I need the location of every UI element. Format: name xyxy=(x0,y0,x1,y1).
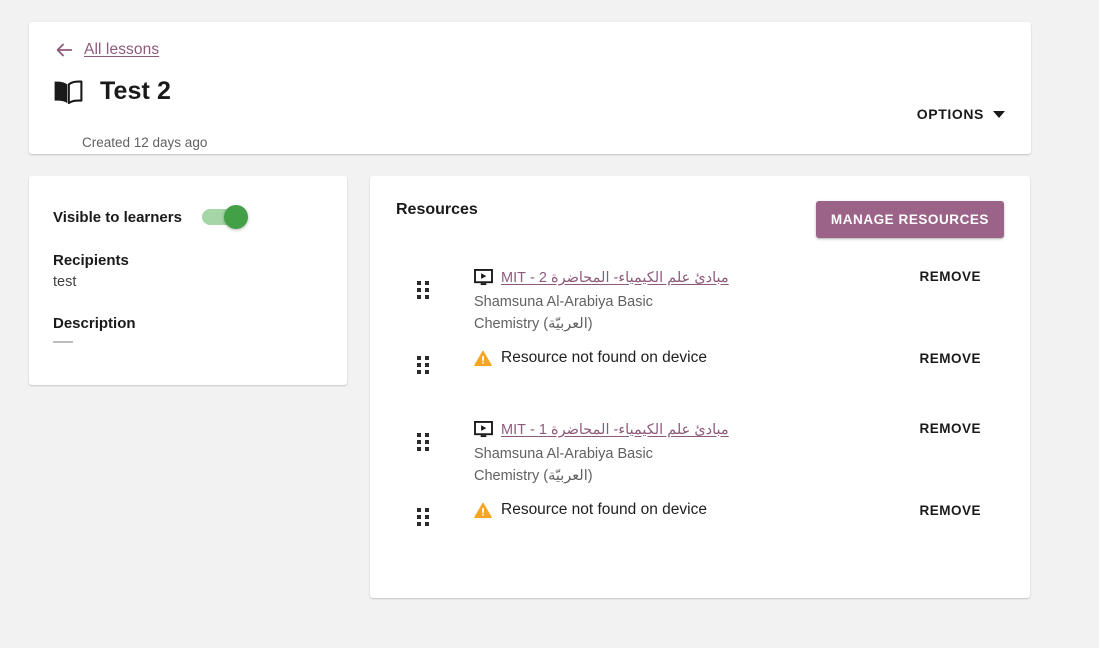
resource-missing-line: Resource not found on device xyxy=(474,501,919,519)
open-book-icon xyxy=(54,80,83,104)
resource-missing-line: Resource not found on device xyxy=(474,349,919,367)
resource-content: مبادئ علم الكيمياء- المحاضرة 1 - MIT Sha… xyxy=(474,396,919,487)
video-icon xyxy=(474,421,493,438)
resource-title-line: مبادئ علم الكيمياء- المحاضرة 1 - MIT xyxy=(474,421,919,438)
resources-card: Resources MANAGE RESOURCES مبادئ علم الك… xyxy=(370,176,1030,598)
resource-missing-text: Resource not found on device xyxy=(501,349,707,367)
recipients-field: Recipients test xyxy=(53,252,323,290)
drag-handle-icon[interactable] xyxy=(415,278,439,302)
lesson-info-card: Visible to learners Recipients test Desc… xyxy=(29,176,347,385)
resources-header: Resources MANAGE RESOURCES xyxy=(370,176,1030,244)
back-to-all-lessons[interactable]: All lessons xyxy=(53,39,159,61)
remove-resource-button[interactable]: REMOVE xyxy=(919,351,981,366)
resource-title-link[interactable]: مبادئ علم الكيمياء- المحاضرة 1 - MIT xyxy=(501,422,729,438)
resource-content: Resource not found on device xyxy=(474,487,919,519)
resource-subtitle: Shamsuna Al-Arabiya Basic Chemistry (الع… xyxy=(474,446,653,485)
resource-title-line: مبادئ علم الكيمياء- المحاضرة 2 - MIT xyxy=(474,269,919,286)
resource-list-item: مبادئ علم الكيمياء- المحاضرة 1 - MIT Sha… xyxy=(370,396,1030,487)
description-field: Description xyxy=(53,315,323,343)
warning-triangle-icon xyxy=(474,350,492,366)
app-page: All lessons Test 2 Created 12 days ago O… xyxy=(0,0,1099,648)
warning-triangle-icon xyxy=(474,502,492,518)
resource-missing-text: Resource not found on device xyxy=(501,501,707,519)
video-icon xyxy=(474,269,493,286)
options-button-label: OPTIONS xyxy=(916,106,984,122)
resource-list-item: مبادئ علم الكيمياء- المحاضرة 2 - MIT Sha… xyxy=(370,244,1030,335)
resource-content: Resource not found on device xyxy=(474,335,919,367)
remove-resource-button[interactable]: REMOVE xyxy=(919,503,981,518)
visible-to-learners-row: Visible to learners xyxy=(53,205,323,229)
visible-to-learners-label: Visible to learners xyxy=(53,208,182,226)
remove-resource-button[interactable]: REMOVE xyxy=(919,421,981,436)
page-title: Test 2 xyxy=(100,77,171,105)
resource-list-item: Resource not found on device REMOVE xyxy=(370,335,1030,396)
description-label: Description xyxy=(53,315,136,332)
chevron-down-icon xyxy=(993,110,1005,118)
toggle-thumb xyxy=(223,205,248,229)
drag-handle-icon[interactable] xyxy=(415,430,439,454)
resource-subtitle: Shamsuna Al-Arabiya Basic Chemistry (الع… xyxy=(474,294,653,333)
resources-title: Resources xyxy=(396,201,478,218)
recipients-value: test xyxy=(53,274,77,290)
recipients-label: Recipients xyxy=(53,252,129,269)
manage-resources-button[interactable]: MANAGE RESOURCES xyxy=(815,201,1004,238)
resource-title-link[interactable]: مبادئ علم الكيمياء- المحاضرة 2 - MIT xyxy=(501,270,729,286)
options-button[interactable]: OPTIONS xyxy=(917,106,1005,122)
resource-list-item: Resource not found on device REMOVE xyxy=(370,487,1030,548)
arrow-left-icon xyxy=(56,43,73,57)
lesson-header-card: All lessons Test 2 Created 12 days ago O… xyxy=(29,22,1031,154)
visible-to-learners-toggle[interactable] xyxy=(201,205,248,229)
back-link-label: All lessons xyxy=(84,41,160,58)
remove-resource-button[interactable]: REMOVE xyxy=(919,269,981,284)
created-timestamp: Created 12 days ago xyxy=(82,135,208,150)
drag-handle-icon[interactable] xyxy=(415,505,439,529)
description-empty-dash xyxy=(53,341,73,343)
resource-list: مبادئ علم الكيمياء- المحاضرة 2 - MIT Sha… xyxy=(370,244,1030,548)
lesson-title-row: Test 2 xyxy=(53,77,171,106)
resource-content: مبادئ علم الكيمياء- المحاضرة 2 - MIT Sha… xyxy=(474,244,919,335)
drag-handle-icon[interactable] xyxy=(415,353,439,377)
